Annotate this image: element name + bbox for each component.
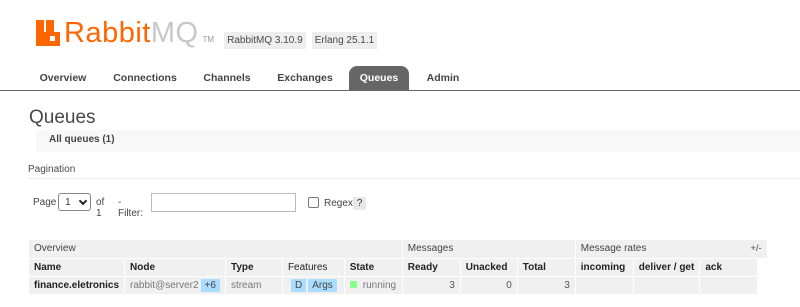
- tab-channels[interactable]: Channels: [196, 66, 258, 91]
- col-unacked[interactable]: Unacked: [460, 257, 518, 276]
- state-running-icon: [349, 280, 357, 288]
- col-total[interactable]: Total: [517, 257, 576, 276]
- feature-args-badge: Args: [308, 278, 337, 292]
- queue-unacked: 0: [460, 275, 518, 294]
- queue-incoming-rate: [575, 275, 634, 294]
- page-select-value: 1: [65, 196, 71, 208]
- col-deliver-get[interactable]: deliver / get: [633, 257, 701, 276]
- page-count-label: of 1: [96, 197, 105, 219]
- section-heading: All queues (1): [49, 134, 115, 145]
- logo-text-mq: MQ: [150, 17, 199, 49]
- tab-queues[interactable]: Queues: [349, 66, 409, 91]
- column-toggle-button[interactable]: +/-: [745, 240, 767, 258]
- tab-exchanges[interactable]: Exchanges: [270, 66, 340, 91]
- rabbitmq-logo-icon: [36, 20, 62, 46]
- queue-total: 3: [517, 275, 576, 294]
- queue-ack-rate: [699, 275, 759, 294]
- tab-connections[interactable]: Connections: [106, 66, 184, 91]
- queues-table: Overview Messages Message rates Name Nod…: [29, 240, 759, 294]
- page-label: Page: [33, 197, 57, 208]
- regex-help-button[interactable]: ?: [353, 197, 366, 210]
- app-header: RabbitMQ TM RabbitMQ 3.10.9 Erlang 25.1.…: [36, 16, 383, 50]
- page-title: Queues: [29, 107, 96, 128]
- group-header-message-rates: Message rates: [575, 240, 759, 258]
- divider: [28, 178, 800, 179]
- queue-state: running: [362, 279, 397, 291]
- queue-node-cell: rabbit@server2 +6: [124, 275, 226, 294]
- col-ack[interactable]: ack: [699, 257, 759, 276]
- pagination-label: Pagination: [28, 164, 76, 175]
- col-state[interactable]: State: [344, 257, 403, 276]
- col-incoming[interactable]: incoming: [575, 257, 634, 276]
- erlang-version: Erlang 25.1.1: [311, 31, 378, 49]
- col-features[interactable]: Features: [282, 257, 345, 276]
- table-row[interactable]: finance.eletronics rabbit@server2 +6 stre…: [29, 275, 759, 294]
- queue-features-cell: D Args: [282, 275, 345, 294]
- tab-overview[interactable]: Overview: [28, 66, 98, 91]
- queue-state-cell: running: [344, 275, 403, 294]
- queue-node: rabbit@server2: [130, 279, 199, 291]
- queue-name-link[interactable]: finance.eletronics: [29, 275, 126, 294]
- rabbitmq-version: RabbitMQ 3.10.9: [224, 31, 306, 49]
- queue-ready: 3: [402, 275, 461, 294]
- page-select[interactable]: 1: [58, 193, 91, 211]
- chevron-down-icon: [78, 196, 88, 206]
- logo-wordmark: RabbitMQ: [64, 18, 199, 48]
- queue-deliver-get-rate: [633, 275, 701, 294]
- col-ready[interactable]: Ready: [402, 257, 461, 276]
- all-queues-section[interactable]: All queues (1): [36, 130, 800, 152]
- main-nav-tabs: Overview Connections Channels Exchanges …: [0, 66, 800, 91]
- feature-durable-badge: D: [290, 278, 307, 292]
- group-header-overview: Overview: [29, 240, 403, 258]
- logo-trademark: TM: [202, 34, 215, 44]
- group-header-messages: Messages: [402, 240, 576, 258]
- col-node[interactable]: Node: [124, 257, 226, 276]
- regex-label: Regex: [324, 198, 353, 209]
- tab-admin[interactable]: Admin: [418, 66, 468, 91]
- logo-text-rabbit: Rabbit: [64, 17, 151, 49]
- col-name[interactable]: Name: [29, 257, 126, 276]
- filter-label: - Filter:: [118, 197, 143, 219]
- node-extra-badge: +6: [200, 278, 220, 292]
- regex-checkbox[interactable]: [308, 197, 319, 208]
- queue-type: stream: [225, 275, 283, 294]
- filter-input[interactable]: [151, 193, 296, 212]
- col-type[interactable]: Type: [225, 257, 283, 276]
